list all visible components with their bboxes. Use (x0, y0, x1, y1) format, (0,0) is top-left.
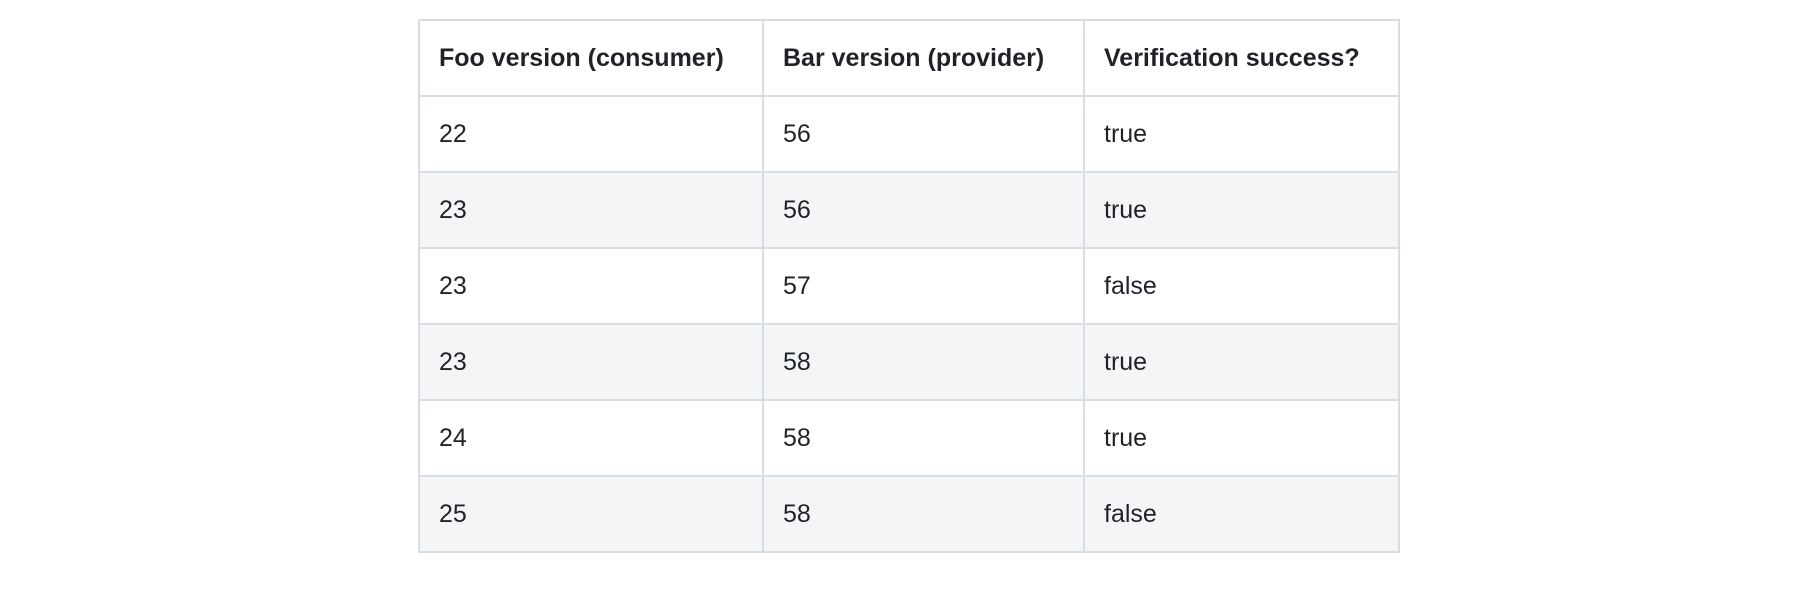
cell-verification-success: true (1083, 399, 1400, 477)
cell-verification-success: false (1083, 475, 1400, 553)
table-body: 22 56 true 23 56 true 23 57 false 23 58 … (418, 95, 1400, 553)
cell-bar-version: 58 (762, 323, 1085, 401)
table-row: 25 58 false (418, 475, 1400, 553)
table-row: 22 56 true (418, 95, 1400, 173)
table-row: 23 58 true (418, 323, 1400, 401)
cell-verification-success: true (1083, 323, 1400, 401)
table-header: Foo version (consumer) Bar version (prov… (418, 19, 1400, 97)
header-foo-version: Foo version (consumer) (418, 19, 764, 97)
table-row: 23 57 false (418, 247, 1400, 325)
header-row: Foo version (consumer) Bar version (prov… (418, 19, 1400, 97)
cell-bar-version: 58 (762, 475, 1085, 553)
cell-bar-version: 56 (762, 95, 1085, 173)
cell-foo-version: 23 (418, 323, 764, 401)
cell-verification-success: true (1083, 171, 1400, 249)
cell-verification-success: true (1083, 95, 1400, 173)
cell-foo-version: 23 (418, 247, 764, 325)
header-verification-success: Verification success? (1083, 19, 1400, 97)
cell-foo-version: 25 (418, 475, 764, 553)
table-row: 23 56 true (418, 171, 1400, 249)
cell-foo-version: 23 (418, 171, 764, 249)
verification-table: Foo version (consumer) Bar version (prov… (418, 19, 1400, 553)
cell-bar-version: 58 (762, 399, 1085, 477)
cell-foo-version: 24 (418, 399, 764, 477)
page: Foo version (consumer) Bar version (prov… (0, 0, 1814, 600)
cell-foo-version: 22 (418, 95, 764, 173)
table-row: 24 58 true (418, 399, 1400, 477)
header-bar-version: Bar version (provider) (762, 19, 1085, 97)
cell-bar-version: 57 (762, 247, 1085, 325)
cell-bar-version: 56 (762, 171, 1085, 249)
cell-verification-success: false (1083, 247, 1400, 325)
